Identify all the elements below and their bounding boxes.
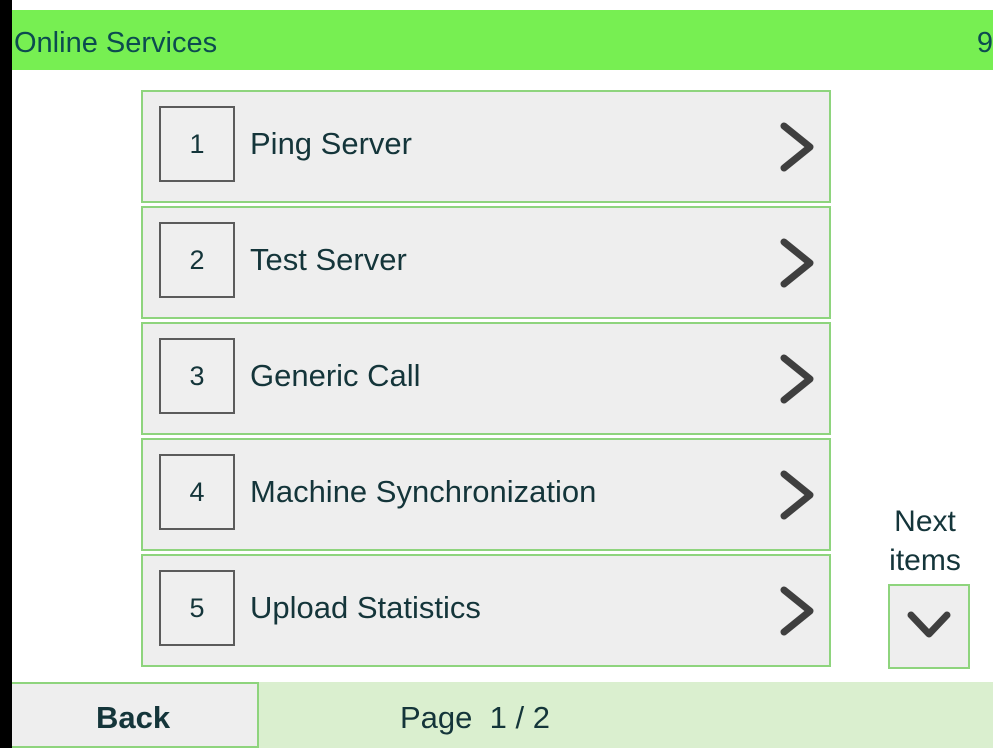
page-title: Online Services bbox=[14, 27, 218, 59]
page-indicator-label: Page bbox=[400, 700, 473, 735]
chevron-right-icon bbox=[775, 467, 820, 523]
menu-item-machine-synchronization[interactable]: 4 Machine Synchronization bbox=[141, 438, 831, 551]
chevron-right-icon bbox=[775, 235, 820, 291]
header-bar: Online Services 9 bbox=[12, 10, 993, 70]
menu-item-test-server[interactable]: 2 Test Server bbox=[141, 206, 831, 319]
back-button-label: Back bbox=[96, 700, 171, 735]
menu-item-number: 5 bbox=[159, 570, 235, 646]
next-items-label-line-1: Next bbox=[894, 505, 956, 538]
page-indicator: Page 1 / 2 bbox=[400, 702, 550, 733]
chevron-right-icon bbox=[775, 583, 820, 639]
menu-item-label: Upload Statistics bbox=[250, 590, 481, 625]
menu-item-upload-statistics[interactable]: 5 Upload Statistics bbox=[141, 554, 831, 667]
header-screen-number: 9 bbox=[976, 27, 993, 59]
menu-item-number: 2 bbox=[159, 222, 235, 298]
chevron-right-icon bbox=[775, 351, 820, 407]
back-button[interactable]: Back bbox=[12, 682, 259, 748]
menu-item-number: 4 bbox=[159, 454, 235, 530]
menu-item-ping-server[interactable]: 1 Ping Server bbox=[141, 90, 831, 203]
next-items-label: Next items bbox=[880, 502, 970, 580]
chevron-right-icon bbox=[775, 119, 820, 175]
online-services-menu: 1 Ping Server 2 Test Server 3 Generic Ca… bbox=[141, 90, 831, 670]
footer-bar: Back Page 1 / 2 bbox=[12, 682, 993, 748]
page-indicator-value: 1 / 2 bbox=[489, 700, 550, 735]
menu-item-number: 1 bbox=[159, 106, 235, 182]
menu-item-label: Ping Server bbox=[250, 126, 412, 161]
next-items-label-line-2: items bbox=[889, 544, 961, 577]
menu-item-label: Generic Call bbox=[250, 358, 421, 393]
menu-item-number: 3 bbox=[159, 338, 235, 414]
chevron-down-icon bbox=[903, 607, 955, 643]
next-items-button[interactable] bbox=[888, 584, 970, 669]
online-services-screen: Online Services 9 1 Ping Server 2 Test S… bbox=[12, 0, 993, 748]
menu-item-generic-call[interactable]: 3 Generic Call bbox=[141, 322, 831, 435]
menu-item-label: Machine Synchronization bbox=[250, 474, 597, 509]
menu-item-label: Test Server bbox=[250, 242, 407, 277]
